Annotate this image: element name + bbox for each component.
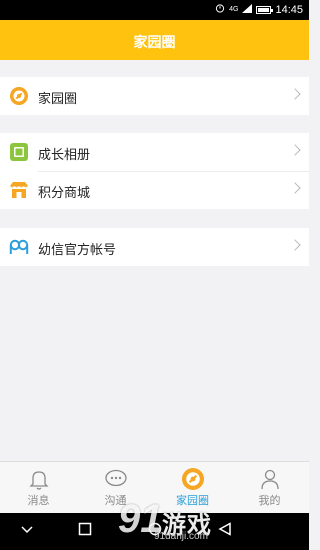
network-type: 4G — [229, 6, 239, 13]
recent-apps-icon[interactable] — [78, 521, 92, 540]
status-time: 14:45 — [275, 3, 303, 16]
shop-icon — [9, 180, 29, 200]
app-header: 家园圈 — [0, 20, 309, 60]
page-title: 家园圈 — [133, 35, 176, 51]
alarm-icon — [215, 3, 225, 16]
tab-label: 消息 — [27, 494, 50, 507]
menu-item-points-mall[interactable]: 积分商城 — [0, 171, 309, 209]
menu-item-official-account[interactable]: 幼信官方帐号 — [0, 228, 309, 266]
chevron-right-icon — [289, 88, 301, 100]
signal-icon — [242, 3, 253, 16]
menu-item-growth-album[interactable]: 成长相册 — [0, 133, 309, 171]
menu-group-2: 成长相册 积分商城 — [0, 133, 309, 209]
menu-group-1: 家园圈 — [0, 77, 309, 115]
chevron-right-icon — [289, 239, 301, 251]
status-bar: 4G 14:45 — [0, 0, 309, 20]
chevron-down-icon[interactable] — [20, 521, 34, 540]
back-icon[interactable] — [218, 521, 232, 540]
circle-orange-icon — [181, 467, 205, 491]
watermark-url: 91danji.com — [154, 531, 208, 542]
bell-icon — [27, 467, 51, 491]
chat-icon — [104, 467, 128, 491]
menu-group-3: 幼信官方帐号 — [0, 228, 309, 266]
menu-item-label: 积分商城 — [38, 186, 91, 201]
tab-label: 我的 — [258, 494, 281, 507]
circle-orange-icon — [9, 86, 29, 106]
menu-item-label: 家园圈 — [38, 92, 78, 107]
menu-item-home-circle[interactable]: 家园圈 — [0, 77, 309, 115]
tab-me[interactable]: 我的 — [231, 462, 308, 514]
menu-item-label: 幼信官方帐号 — [38, 243, 117, 258]
official-account-icon — [9, 237, 29, 257]
chevron-right-icon — [289, 144, 301, 156]
person-icon — [258, 467, 282, 491]
battery-icon — [256, 5, 274, 14]
chevron-right-icon — [289, 182, 301, 194]
tab-messages[interactable]: 消息 — [0, 462, 77, 514]
album-icon — [9, 142, 29, 162]
menu-item-label: 成长相册 — [38, 148, 91, 163]
